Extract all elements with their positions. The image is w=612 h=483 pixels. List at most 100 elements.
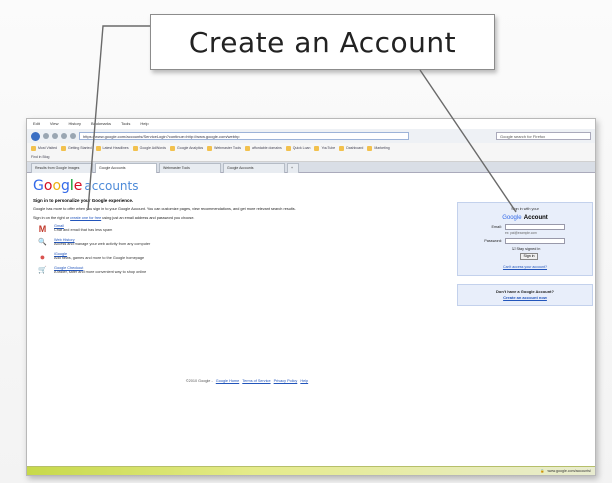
bookmark-item[interactable]: Latest Headlines	[95, 145, 129, 151]
bookmark-item[interactable]: Quick Loan	[285, 145, 311, 151]
bookmark-label: Google AdWords	[139, 146, 167, 150]
bookmark-item[interactable]: Dashboard	[339, 145, 364, 151]
logo-letter: G	[33, 178, 44, 194]
bookmark-label: YouTube	[321, 146, 336, 150]
bookmark-label: Google Analytics	[177, 146, 204, 150]
intro2-prefix: Sign in on the right or	[33, 216, 70, 220]
bookmark-label: Webmaster Tools	[214, 146, 242, 150]
create-account-box: Don't have a Google Account? Create an a…	[457, 284, 593, 306]
create-account-link[interactable]: Create an account now	[458, 295, 592, 300]
bookmark-item[interactable]: Most Visited	[31, 145, 57, 151]
callout-text: Create an Account	[188, 25, 457, 59]
footer-link-privacy[interactable]: Privacy Policy	[274, 379, 298, 383]
sign-in-box: Sign in with your Google Account Email: …	[457, 202, 593, 276]
bookmark-item[interactable]: YouTube	[314, 145, 336, 151]
page-footer: ©2010 Google - Google Home Terms of Serv…	[27, 379, 467, 383]
stay-signed-in-label: Stay signed in	[516, 247, 541, 251]
sign-in-brand: Google Account	[462, 212, 588, 221]
bookmark-label: Quick Loan	[292, 146, 311, 150]
tab-google-accounts-2[interactable]: Google Accounts	[223, 163, 285, 173]
footer-copyright: ©2010 Google -	[185, 379, 213, 383]
bookmarks-toolbar: Most Visited Getting Started Latest Head…	[27, 143, 595, 153]
bookmark-icon	[132, 145, 138, 151]
service-desc: Add news, games and more to the Google h…	[54, 256, 145, 260]
footer-link-terms[interactable]: Terms of Service	[242, 379, 270, 383]
no-account-question: Don't have a Google Account?	[496, 289, 554, 294]
forward-icon[interactable]	[43, 133, 49, 139]
lock-icon: 🔒	[539, 469, 545, 473]
email-row: Email:	[462, 224, 588, 230]
status-text: www.google.com/accounts/	[547, 469, 591, 473]
igoogle-icon: ●	[39, 252, 46, 262]
email-field[interactable]	[505, 224, 565, 230]
password-row: Password:	[462, 238, 588, 244]
menu-history[interactable]: History	[69, 121, 81, 127]
stop-icon[interactable]	[61, 133, 67, 139]
browser-search-input[interactable]: Google search for Firefox	[496, 132, 591, 140]
footer-link-help[interactable]: Help	[300, 379, 308, 383]
browser-screenshot: Edit View History Bookmarks Tools Help h…	[26, 118, 596, 476]
menu-tools[interactable]: Tools	[121, 121, 130, 127]
bookmark-icon	[314, 145, 320, 151]
bookmark-item[interactable]: Getting Started	[61, 145, 92, 151]
create-account-callout: Create an Account	[150, 14, 495, 70]
logo-letter: g	[61, 178, 70, 194]
menu-view[interactable]: View	[50, 121, 59, 127]
address-bar[interactable]: https://www.google.com/accounts/ServiceL…	[79, 132, 409, 140]
menu-bookmarks[interactable]: Bookmarks	[91, 121, 111, 127]
bookmark-item[interactable]: affordable domains	[245, 145, 282, 151]
password-field[interactable]	[505, 238, 565, 244]
intro2-suffix: using just an email address and password…	[102, 216, 195, 220]
google-checkout-icon: 🛒	[38, 267, 47, 274]
reload-icon[interactable]	[52, 133, 58, 139]
intro-text: Google has more to offer when you sign i…	[33, 207, 296, 211]
sign-in-button[interactable]: Sign in	[520, 253, 538, 260]
bookmark-icon	[367, 145, 373, 151]
menu-bar: Edit View History Bookmarks Tools Help	[27, 119, 595, 129]
back-icon[interactable]	[31, 131, 40, 141]
gmail-icon: M	[38, 224, 47, 234]
bookmark-icon	[95, 145, 101, 151]
bookmark-icon	[285, 145, 291, 151]
tab-results[interactable]: Results from Google Images	[31, 163, 93, 173]
find-toolbar[interactable]: Find in Blog	[27, 153, 595, 162]
service-desc: Chat and email that has less spam	[54, 228, 113, 232]
logo-letter: o	[52, 178, 62, 194]
home-icon[interactable]	[70, 133, 76, 139]
bookmark-label: Getting Started	[68, 146, 92, 150]
bookmark-item[interactable]: Google AdWords	[132, 145, 167, 151]
tab-strip: Results from Google Images Google Accoun…	[27, 162, 595, 173]
menu-help[interactable]: Help	[140, 121, 148, 127]
bookmark-label: Marketing	[374, 146, 390, 150]
stay-signed-in[interactable]: ☑ Stay signed in	[512, 246, 588, 251]
bookmark-label: Dashboard	[346, 146, 364, 150]
tab-google-accounts[interactable]: Google Accounts	[95, 163, 157, 173]
bookmark-icon	[170, 145, 176, 151]
bookmark-label: Most Visited	[38, 146, 57, 150]
menu-edit[interactable]: Edit	[33, 121, 40, 127]
sign-in-google: Google	[502, 215, 522, 221]
tab-webmaster-tools[interactable]: Webmaster Tools	[159, 163, 221, 173]
new-tab-button[interactable]: +	[287, 163, 299, 173]
bookmark-item[interactable]: Webmaster Tools	[207, 145, 242, 151]
status-bar: 🔒 www.google.com/accounts/	[27, 466, 595, 475]
google-accounts-logo: Google accounts	[33, 178, 589, 194]
bookmark-item[interactable]: Marketing	[367, 145, 390, 151]
logo-letter: e	[73, 178, 83, 194]
bookmark-icon	[31, 145, 36, 151]
sign-in-heading: Sign in with your	[511, 207, 539, 211]
cant-access-link[interactable]: Can't access your account?	[462, 265, 588, 269]
logo-accounts: accounts	[84, 179, 139, 193]
web-history-icon: 🔍	[38, 239, 47, 246]
password-label: Password:	[484, 239, 502, 243]
bookmark-label: affordable domains	[252, 146, 282, 150]
bookmark-item[interactable]: Google Analytics	[170, 145, 204, 151]
bookmark-icon	[61, 145, 66, 151]
email-label: Email:	[491, 225, 502, 229]
sign-in-account: Account	[523, 215, 548, 221]
service-desc: Access and manage your web activity from…	[54, 242, 151, 246]
navigation-toolbar: https://www.google.com/accounts/ServiceL…	[27, 129, 595, 143]
footer-link-home[interactable]: Google Home	[216, 379, 239, 383]
create-free-link[interactable]: create one for free	[70, 216, 101, 220]
service-desc: A faster, safer and more convenient way …	[54, 270, 147, 274]
